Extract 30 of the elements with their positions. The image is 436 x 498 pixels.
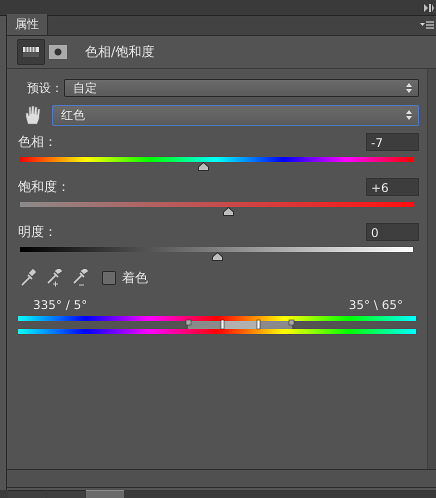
value-field[interactable]: +6 (366, 178, 419, 196)
slider-thumb[interactable] (222, 207, 234, 216)
updown-arrows-icon (406, 83, 412, 93)
colorize-label: 着色 (122, 270, 148, 287)
eyedropper-icon[interactable] (20, 269, 36, 287)
slider-label: 明度： (18, 224, 57, 241)
hand-icon[interactable] (24, 105, 42, 125)
updown-arrows-icon (406, 110, 412, 120)
mask-icon[interactable] (49, 45, 67, 59)
panel-title: 色相/饱和度 (85, 44, 154, 61)
preset-dropdown[interactable]: 自定 (64, 79, 419, 97)
colorize-checkbox[interactable] (102, 271, 116, 285)
eyedropper-minus-icon[interactable] (72, 269, 88, 287)
value-field[interactable]: -7 (366, 133, 419, 151)
value-field[interactable]: 0 (366, 223, 419, 241)
slider-label: 色相： (18, 134, 57, 151)
slider-label: 饱和度： (18, 179, 70, 196)
eyedropper-plus-icon[interactable] (46, 269, 62, 287)
channel-dropdown[interactable]: 红色 (52, 104, 419, 126)
panel-tab[interactable]: 属性 (7, 14, 48, 35)
collapse-icon[interactable] (424, 4, 434, 12)
slider-thumb[interactable] (212, 252, 222, 261)
hue-range-drawing[interactable] (18, 316, 416, 334)
panel-menu-icon[interactable] (420, 21, 434, 29)
range-end-label: 35° \ 65° (348, 298, 403, 312)
preset-label: 预设： (26, 80, 64, 96)
slider-thumb[interactable] (198, 162, 209, 171)
scrollbar-track[interactable] (427, 69, 436, 469)
range-start-label: 335° / 5° (33, 298, 88, 312)
adjustment-icon[interactable] (17, 39, 45, 65)
